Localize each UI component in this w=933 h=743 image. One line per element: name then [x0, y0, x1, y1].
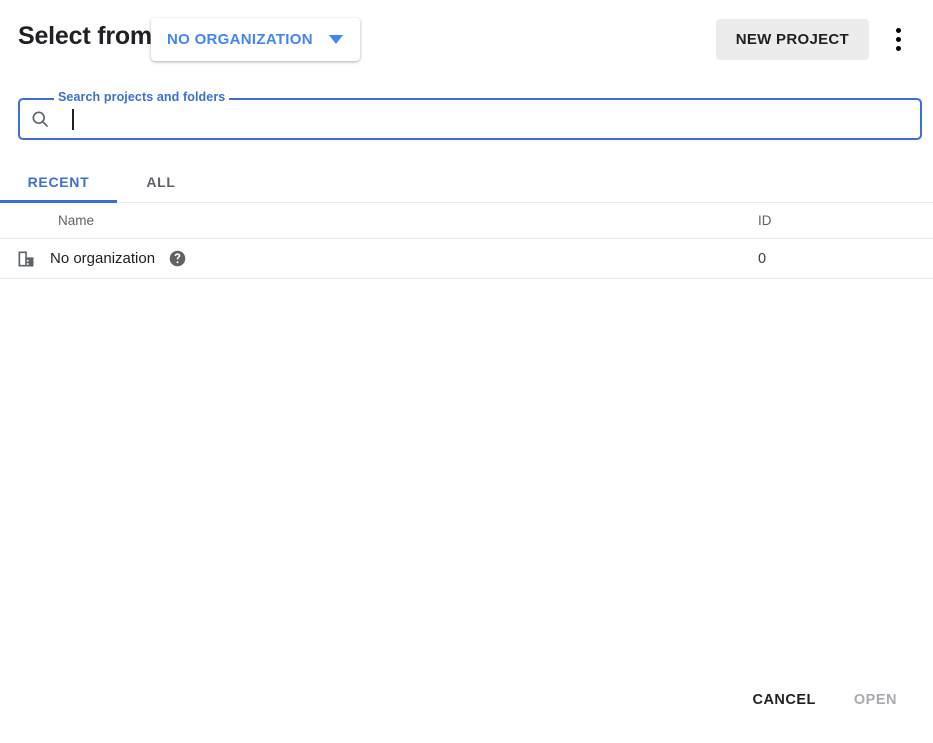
tab-bar: RECENT ALL	[0, 161, 933, 203]
chevron-down-icon	[328, 35, 343, 44]
kebab-dot	[895, 36, 901, 42]
text-cursor	[72, 109, 74, 130]
organization-building-icon	[18, 251, 34, 266]
column-header-id: ID	[758, 213, 772, 228]
cell-name: No organization	[0, 249, 758, 269]
organization-selector-label: NO ORGANIZATION	[167, 31, 313, 48]
search-icon	[32, 111, 48, 127]
cell-id: 0	[758, 250, 767, 267]
search-field-container: Search projects and folders	[18, 90, 922, 140]
search-field[interactable]	[18, 98, 922, 140]
help-filled-icon[interactable]	[169, 250, 186, 267]
table-header-row: Name ID	[0, 203, 933, 239]
dialog-footer: CANCEL OPEN	[0, 657, 933, 743]
tab-recent[interactable]: RECENT	[0, 161, 117, 203]
cancel-button[interactable]: CANCEL	[738, 682, 829, 718]
tab-all[interactable]: ALL	[117, 161, 205, 202]
project-selector-dialog: Select from NO ORGANIZATION NEW PROJECT …	[0, 0, 933, 743]
search-field-label: Search projects and folders	[54, 90, 230, 104]
kebab-dot	[895, 27, 901, 33]
organization-selector[interactable]: NO ORGANIZATION	[151, 18, 360, 61]
kebab-dot	[895, 45, 901, 51]
row-name-label: No organization	[50, 250, 156, 267]
results-table: Name ID No organization 0	[0, 203, 933, 279]
table-row[interactable]: No organization 0	[0, 239, 933, 279]
new-project-button[interactable]: NEW PROJECT	[715, 19, 869, 60]
open-button: OPEN	[840, 682, 911, 718]
page-title: Select from	[18, 22, 152, 50]
column-header-name: Name	[58, 213, 95, 228]
more-vert-icon[interactable]	[877, 18, 919, 60]
dialog-header: Select from NO ORGANIZATION NEW PROJECT	[0, 0, 933, 78]
search-input[interactable]	[50, 100, 920, 138]
